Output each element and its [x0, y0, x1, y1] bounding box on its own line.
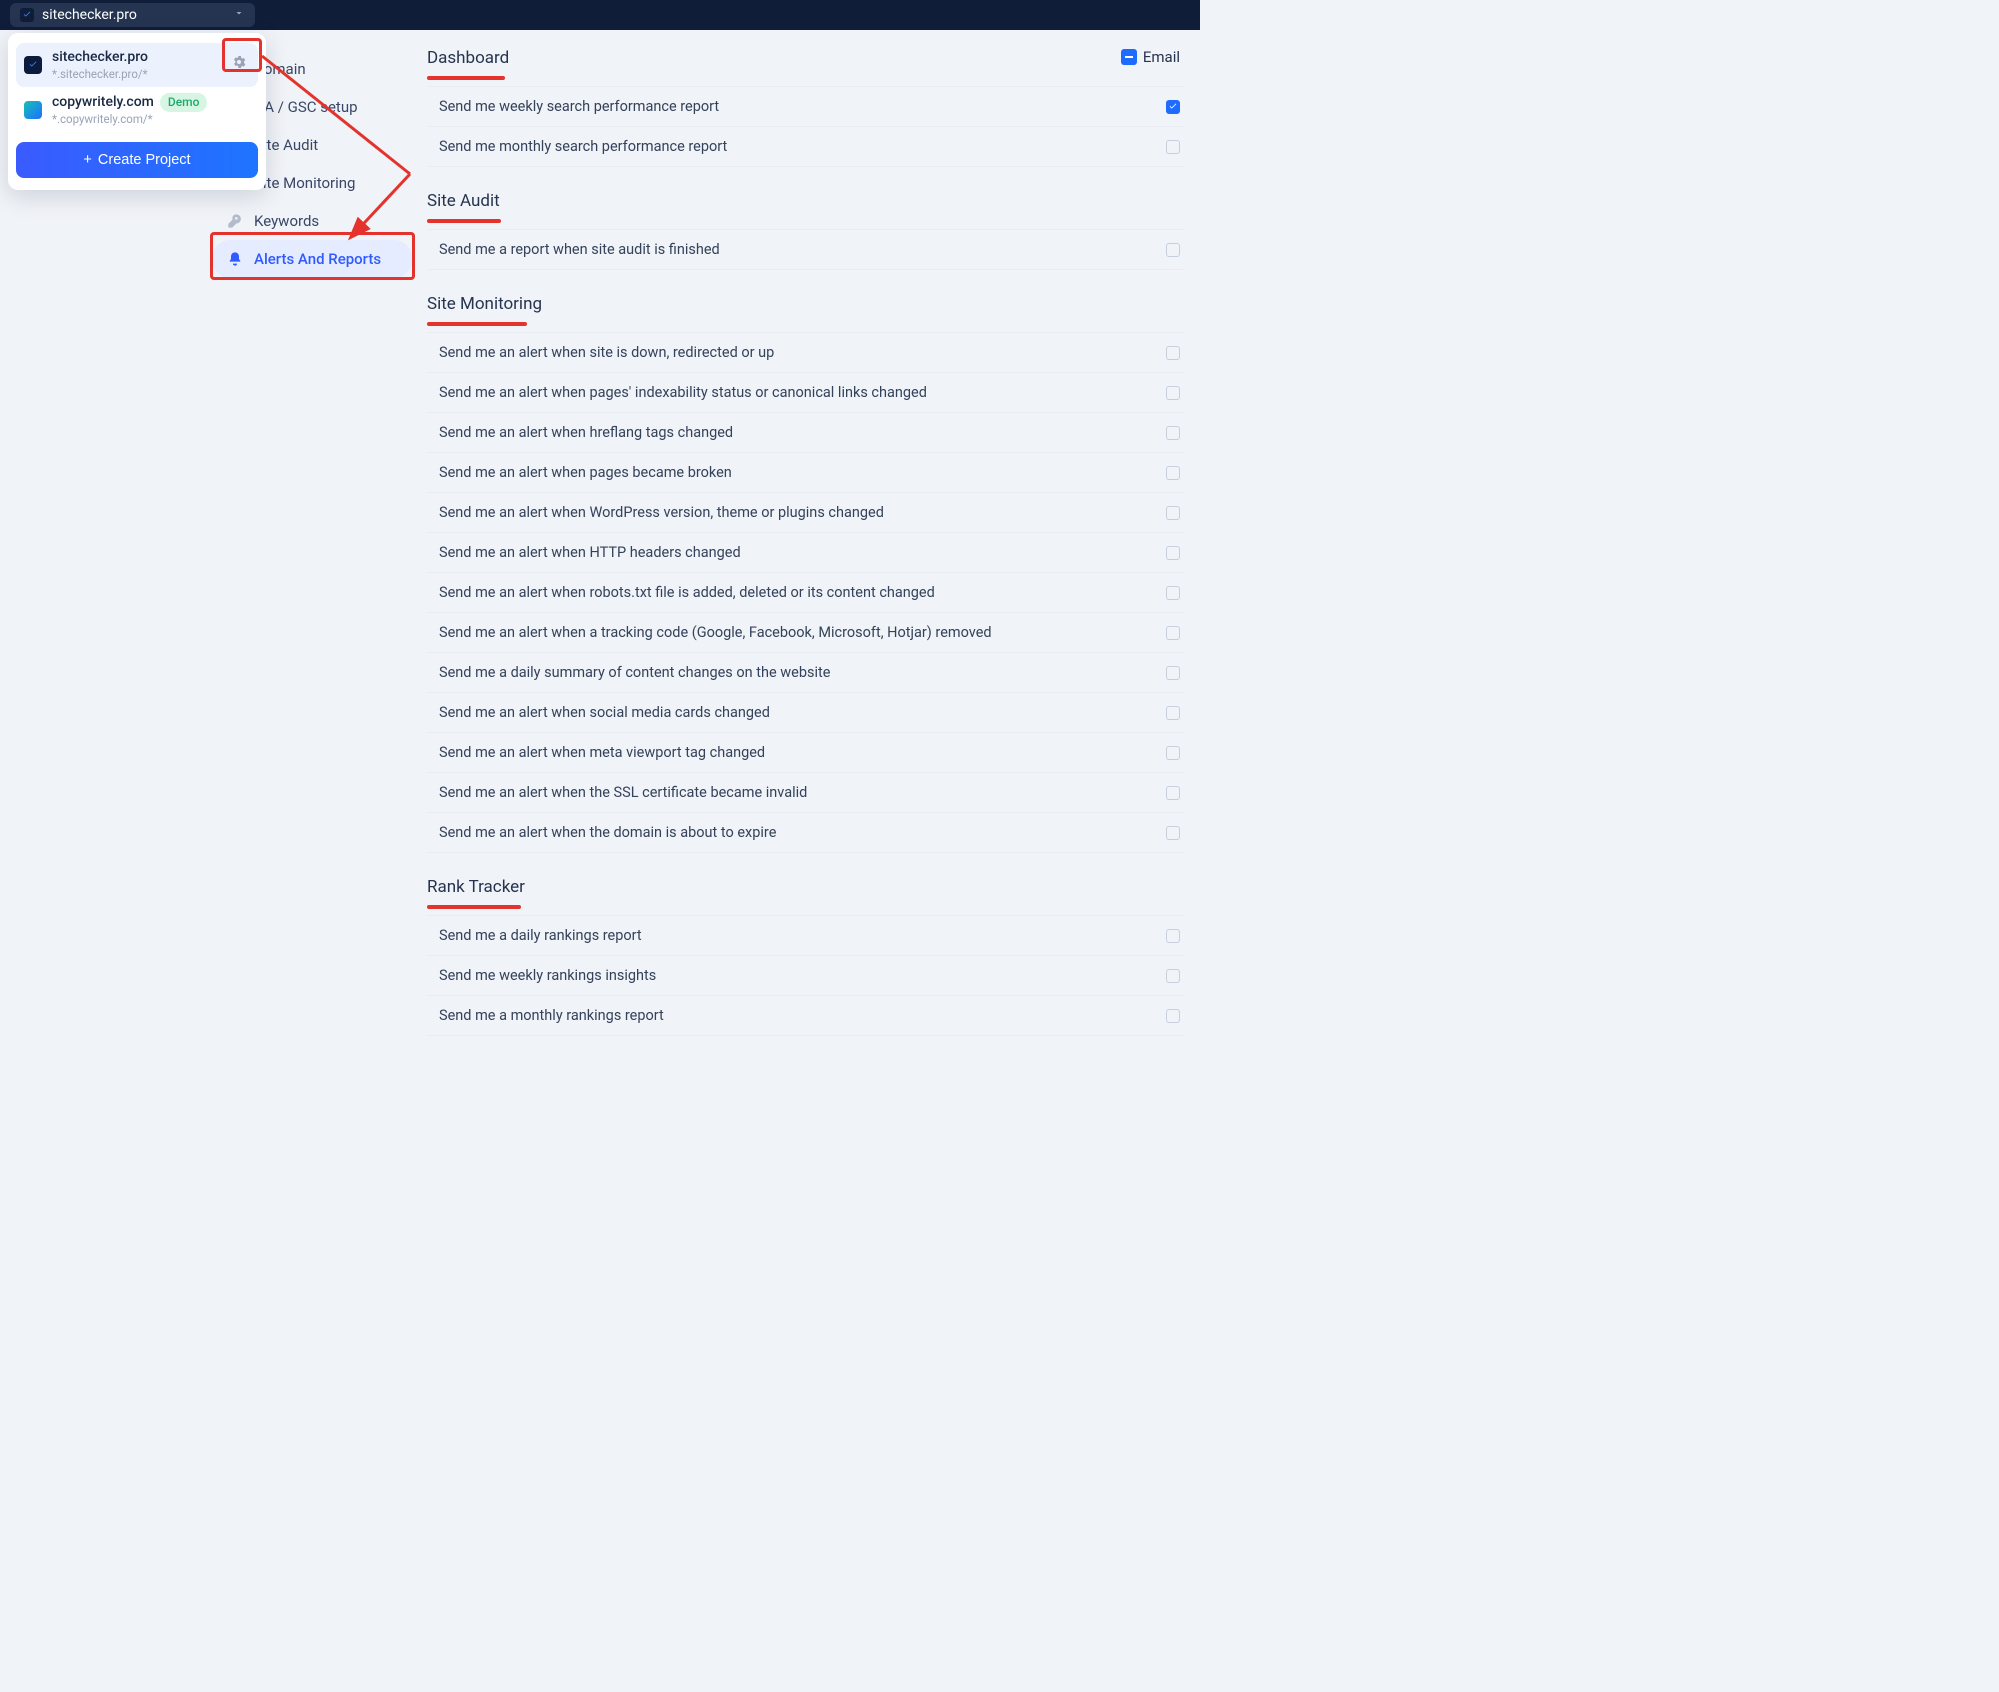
key-icon: [226, 212, 244, 230]
email-header-label: Email: [1143, 48, 1180, 66]
projects-dropdown: sitechecker.pro *.sitechecker.pro/* copy…: [8, 33, 266, 190]
site-selector-label: sitechecker.pro: [42, 7, 137, 23]
alert-label: Send me an alert when social media cards…: [439, 704, 770, 721]
email-checkbox[interactable]: [1166, 546, 1180, 560]
nav-label: Site Monitoring: [254, 174, 355, 192]
alert-row: Send me a report when site audit is fini…: [427, 229, 1184, 270]
site-logo-icon: [20, 8, 34, 22]
demo-badge: Demo: [160, 93, 208, 112]
create-project-button[interactable]: + Create Project: [16, 142, 258, 178]
nav-alerts-reports[interactable]: Alerts And Reports: [212, 240, 412, 278]
alert-row: Send me an alert when hreflang tags chan…: [427, 413, 1184, 453]
nav-keywords[interactable]: Keywords: [212, 202, 412, 240]
section-underline: [427, 322, 527, 326]
alert-row: Send me an alert when the SSL certificat…: [427, 773, 1184, 813]
project-icon: [24, 101, 42, 119]
section-title: Site Audit: [427, 191, 500, 211]
email-checkbox[interactable]: [1166, 346, 1180, 360]
email-checkbox[interactable]: [1166, 786, 1180, 800]
bell-icon: [226, 250, 244, 268]
alert-row: Send me an alert when the domain is abou…: [427, 813, 1184, 853]
alert-row: Send me an alert when pages' indexabilit…: [427, 373, 1184, 413]
topbar: sitechecker.pro: [0, 0, 1200, 30]
alert-label: Send me a daily summary of content chang…: [439, 664, 830, 681]
alert-label: Send me an alert when pages' indexabilit…: [439, 384, 927, 401]
project-name: copywritely.com: [52, 94, 154, 112]
alert-label: Send me an alert when meta viewport tag …: [439, 744, 765, 761]
project-name: sitechecker.pro: [52, 49, 148, 67]
plus-icon: +: [83, 152, 91, 168]
section-underline: [427, 905, 521, 909]
alert-label: Send me an alert when robots.txt file is…: [439, 584, 935, 601]
email-checkbox[interactable]: [1166, 140, 1180, 154]
alert-row: Send me monthly search performance repor…: [427, 127, 1184, 167]
alert-row: Send me an alert when robots.txt file is…: [427, 573, 1184, 613]
email-checkbox[interactable]: [1166, 243, 1180, 257]
alert-label: Send me weekly rankings insights: [439, 967, 656, 984]
alert-label: Send me weekly search performance report: [439, 98, 719, 115]
alert-row: Send me an alert when site is down, redi…: [427, 332, 1184, 373]
project-item[interactable]: copywritely.com Demo *.copywritely.com/*: [16, 87, 258, 132]
create-project-label: Create Project: [98, 152, 191, 168]
project-icon: [24, 56, 42, 74]
email-checkbox[interactable]: [1166, 746, 1180, 760]
email-checkbox[interactable]: [1166, 426, 1180, 440]
alert-row: Send me an alert when WordPress version,…: [427, 493, 1184, 533]
alert-row: Send me an alert when a tracking code (G…: [427, 613, 1184, 653]
alert-label: Send me an alert when a tracking code (G…: [439, 624, 992, 641]
alert-label: Send me an alert when the domain is abou…: [439, 824, 776, 841]
gear-icon[interactable]: [228, 51, 250, 73]
nav-label: GA / GSC setup: [254, 98, 358, 116]
alert-label: Send me monthly search performance repor…: [439, 138, 727, 155]
email-checkbox[interactable]: [1166, 626, 1180, 640]
alert-label: Send me an alert when WordPress version,…: [439, 504, 884, 521]
email-checkbox[interactable]: [1166, 386, 1180, 400]
nav-label: Alerts And Reports: [254, 250, 381, 268]
section-title: Dashboard: [427, 48, 509, 68]
indeterminate-checkbox-icon: [1121, 49, 1137, 65]
section-title: Rank Tracker: [427, 877, 525, 897]
alert-row: Send me a daily summary of content chang…: [427, 653, 1184, 693]
alert-row: Send me weekly rankings insights: [427, 956, 1184, 996]
email-column-header[interactable]: Email: [1121, 48, 1180, 66]
section-title: Site Monitoring: [427, 294, 542, 314]
alert-row: Send me a daily rankings report: [427, 915, 1184, 956]
alert-row: Send me weekly search performance report: [427, 86, 1184, 127]
email-checkbox[interactable]: [1166, 929, 1180, 943]
email-checkbox[interactable]: [1166, 100, 1180, 114]
alerts-settings-panel: Email Dashboard Send me weekly search per…: [427, 40, 1184, 1036]
alert-label: Send me an alert when pages became broke…: [439, 464, 732, 481]
email-checkbox[interactable]: [1166, 1009, 1180, 1023]
email-checkbox[interactable]: [1166, 506, 1180, 520]
email-checkbox[interactable]: [1166, 969, 1180, 983]
alert-row: Send me a monthly rankings report: [427, 996, 1184, 1036]
email-checkbox[interactable]: [1166, 666, 1180, 680]
email-checkbox[interactable]: [1166, 826, 1180, 840]
email-checkbox[interactable]: [1166, 466, 1180, 480]
email-checkbox[interactable]: [1166, 706, 1180, 720]
alert-label: Send me an alert when the SSL certificat…: [439, 784, 807, 801]
alert-row: Send me an alert when meta viewport tag …: [427, 733, 1184, 773]
alert-label: Send me a monthly rankings report: [439, 1007, 664, 1024]
chevron-down-icon: [233, 7, 245, 23]
alert-label: Send me an alert when HTTP headers chang…: [439, 544, 741, 561]
section-underline: [427, 76, 505, 80]
email-checkbox[interactable]: [1166, 586, 1180, 600]
nav-label: Keywords: [254, 212, 319, 230]
project-pattern: *.copywritely.com/*: [52, 112, 207, 126]
section-underline: [427, 219, 501, 223]
alert-label: Send me a daily rankings report: [439, 927, 642, 944]
alert-row: Send me an alert when HTTP headers chang…: [427, 533, 1184, 573]
project-item[interactable]: sitechecker.pro *.sitechecker.pro/*: [16, 43, 258, 87]
alert-row: Send me an alert when social media cards…: [427, 693, 1184, 733]
alert-row: Send me an alert when pages became broke…: [427, 453, 1184, 493]
alert-label: Send me an alert when site is down, redi…: [439, 344, 774, 361]
alert-label: Send me a report when site audit is fini…: [439, 241, 720, 258]
project-pattern: *.sitechecker.pro/*: [52, 67, 148, 81]
site-selector[interactable]: sitechecker.pro: [10, 3, 255, 27]
alert-label: Send me an alert when hreflang tags chan…: [439, 424, 733, 441]
